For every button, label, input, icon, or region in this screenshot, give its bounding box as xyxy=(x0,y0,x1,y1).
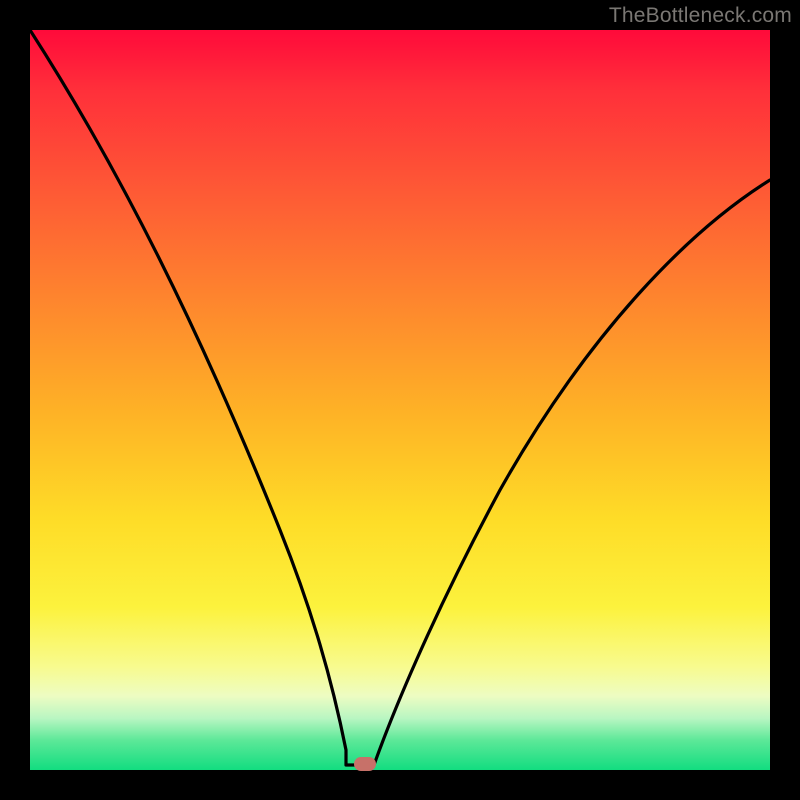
curve-right-branch xyxy=(374,180,770,765)
chart-frame: TheBottleneck.com xyxy=(0,0,800,800)
watermark-text: TheBottleneck.com xyxy=(609,4,792,28)
curve-left-branch xyxy=(30,30,374,765)
plot-area xyxy=(30,30,770,770)
balanced-point-marker xyxy=(354,757,376,771)
bottleneck-curve xyxy=(30,30,770,770)
